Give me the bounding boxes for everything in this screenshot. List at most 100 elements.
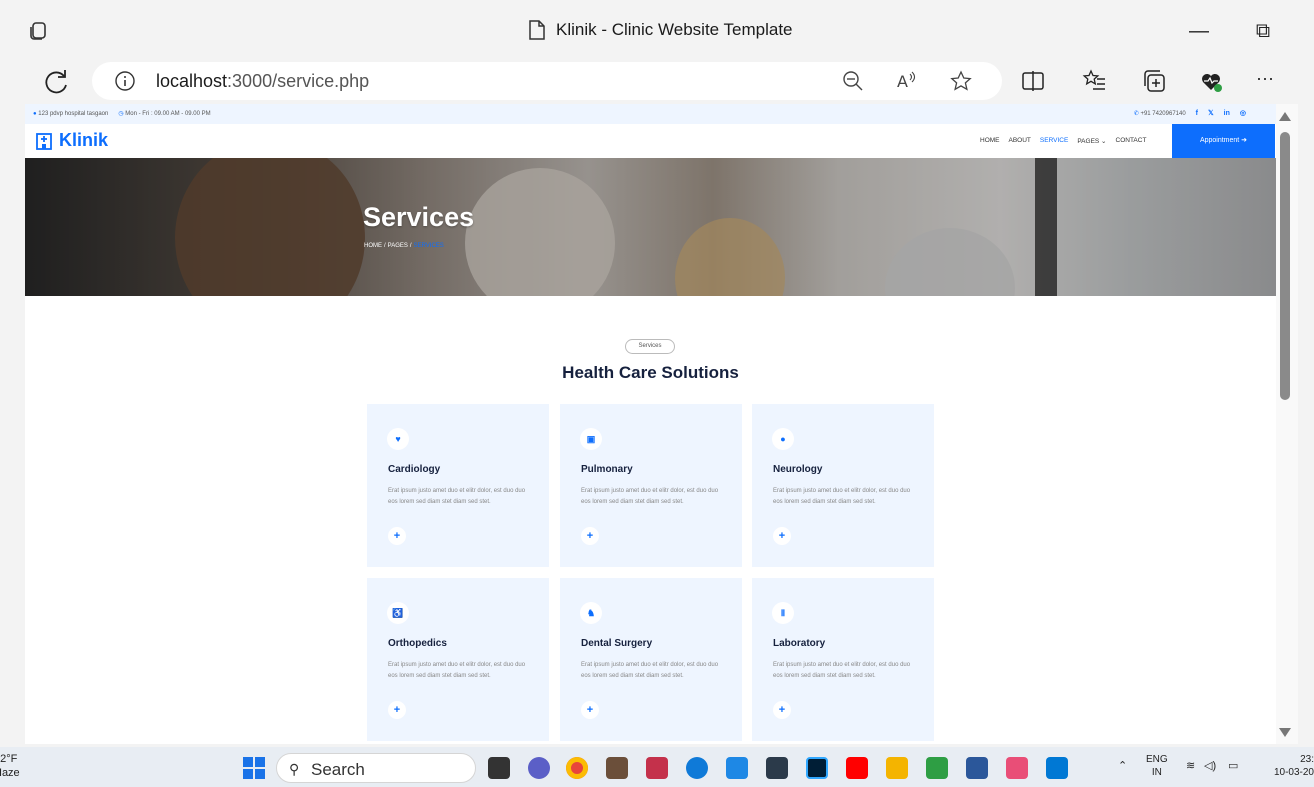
- search-icon: ⚲: [289, 761, 300, 777]
- service-card-pulmonary[interactable]: ▣ Pulmonary Erat ipsum justo amet duo et…: [560, 404, 742, 567]
- show-hidden-icons-icon[interactable]: ⌃: [1118, 759, 1127, 772]
- notepad-icon[interactable]: [726, 757, 748, 779]
- scroll-up-icon[interactable]: [1279, 112, 1291, 121]
- hours-text: Mon - Fri : 09.00 AM - 09.00 PM: [125, 111, 211, 117]
- wifi-icon[interactable]: ≋: [1186, 759, 1195, 772]
- service-description: Erat ipsum justo amet duo et elitr dolor…: [388, 488, 526, 505]
- site-navbar: Klinik HOME ABOUT SERVICE PAGES ⌄ CONTAC…: [25, 124, 1276, 158]
- split-screen-icon[interactable]: [1020, 68, 1046, 94]
- collections-icon[interactable]: [1142, 68, 1168, 94]
- read-more-button[interactable]: +: [773, 701, 791, 719]
- nav-about[interactable]: ABOUT: [1009, 137, 1031, 145]
- teams-chat-icon[interactable]: [528, 757, 550, 779]
- task-view-icon[interactable]: [488, 757, 510, 779]
- nav-contact[interactable]: CONTACT: [1116, 137, 1147, 145]
- breadcrumb-home[interactable]: HOME: [364, 243, 382, 249]
- page-viewport: ● 123 pdvp hospital tasgaon ◷ Mon - Fri …: [25, 104, 1276, 744]
- photoshop-icon[interactable]: [806, 757, 828, 779]
- nav-pages-dropdown[interactable]: PAGES ⌄: [1077, 137, 1106, 145]
- refresh-icon[interactable]: [40, 66, 72, 98]
- browser-titlebar: Klinik - Clinic Website Template — ⧉: [0, 0, 1314, 60]
- app-icon[interactable]: [606, 757, 628, 779]
- zoom-out-icon[interactable]: [842, 70, 864, 92]
- read-more-button[interactable]: +: [388, 527, 406, 545]
- service-description: Erat ipsum justo amet duo et elitr dolor…: [773, 488, 911, 505]
- service-name: Neurology: [773, 464, 823, 475]
- linkedin-icon[interactable]: in: [1224, 110, 1230, 117]
- clock[interactable]: 23: 10-03-20: [1258, 753, 1314, 779]
- instagram-icon[interactable]: ◎: [1240, 109, 1246, 117]
- nav-home[interactable]: HOME: [980, 137, 1000, 145]
- service-name: Cardiology: [388, 464, 441, 475]
- heart-pulse-icon: ♥: [387, 428, 409, 450]
- more-options-button[interactable]: ···: [1256, 68, 1282, 94]
- breadcrumb-current: SERVICES: [413, 243, 444, 249]
- service-card-cardiology[interactable]: ♥ Cardiology Erat ipsum justo amet duo e…: [367, 404, 549, 567]
- scroll-down-icon[interactable]: [1279, 728, 1291, 737]
- word-icon[interactable]: [966, 757, 988, 779]
- favorite-star-icon[interactable]: [950, 70, 972, 92]
- volume-icon[interactable]: ◁): [1204, 759, 1216, 772]
- service-card-orthopedics[interactable]: ♿ Orthopedics Erat ipsum justo amet duo …: [367, 578, 549, 741]
- window-title-text: Klinik - Clinic Website Template: [556, 20, 793, 39]
- read-more-button[interactable]: +: [581, 527, 599, 545]
- language-indicator[interactable]: ENG IN: [1146, 753, 1168, 779]
- youtube-icon[interactable]: [846, 757, 868, 779]
- section-title: Health Care Solutions: [562, 363, 739, 382]
- scrollbar-thumb[interactable]: [1280, 132, 1290, 400]
- address-info: ● 123 pdvp hospital tasgaon: [33, 111, 108, 117]
- region-code: IN: [1151, 767, 1162, 778]
- file-explorer-icon[interactable]: [886, 757, 908, 779]
- read-more-button[interactable]: +: [388, 701, 406, 719]
- read-aloud-icon[interactable]: A: [895, 70, 917, 92]
- favorites-icon[interactable]: [1082, 68, 1108, 94]
- vscode-icon[interactable]: [1046, 757, 1068, 779]
- edge-icon[interactable]: [686, 757, 708, 779]
- phone-icon: ✆: [1133, 110, 1139, 117]
- section-badge: Services: [625, 339, 675, 354]
- browser-essentials-icon[interactable]: [1198, 68, 1224, 94]
- breadcrumb: HOME / PAGES / SERVICES: [364, 243, 444, 249]
- battery-icon[interactable]: ▭: [1228, 759, 1238, 772]
- nav-service[interactable]: SERVICE: [1040, 137, 1068, 145]
- chrome-icon[interactable]: [566, 757, 588, 779]
- address-bar[interactable]: localhost:3000/service.php A: [92, 62, 1002, 100]
- address-text: 123 pdvp hospital tasgaon: [38, 110, 109, 117]
- meet-icon[interactable]: [926, 757, 948, 779]
- weather-widget[interactable]: 32°F Haze: [0, 752, 20, 780]
- service-name: Orthopedics: [388, 638, 447, 649]
- wheelchair-icon: ♿: [387, 602, 409, 624]
- site-info-icon[interactable]: [114, 70, 136, 92]
- terminal-icon[interactable]: [766, 757, 788, 779]
- service-card-neurology[interactable]: ● Neurology Erat ipsum justo amet duo et…: [752, 404, 934, 567]
- mcafee-icon[interactable]: [646, 757, 668, 779]
- service-description: Erat ipsum justo amet duo et elitr dolor…: [581, 488, 719, 505]
- app-icon[interactable]: [1006, 757, 1028, 779]
- restore-button[interactable]: ⧉: [1250, 18, 1276, 44]
- minimize-button[interactable]: —: [1186, 18, 1212, 44]
- facebook-icon[interactable]: f: [1196, 110, 1198, 117]
- page-header-banner: Services HOME / PAGES / SERVICES: [25, 158, 1276, 296]
- brand-logo[interactable]: Klinik: [35, 130, 108, 151]
- tab-actions-icon[interactable]: [28, 20, 50, 42]
- twitter-icon[interactable]: 𝕏: [1208, 109, 1214, 117]
- weather-desc: Haze: [0, 767, 20, 779]
- url-text[interactable]: localhost:3000/service.php: [156, 71, 369, 92]
- contact-topbar: ● 123 pdvp hospital tasgaon ◷ Mon - Fri …: [25, 104, 1276, 124]
- location-pin-icon: ●: [33, 110, 37, 117]
- breadcrumb-separator: /: [409, 243, 412, 249]
- windows-start-icon[interactable]: [243, 757, 265, 779]
- svg-text:A: A: [897, 72, 908, 91]
- appointment-button[interactable]: Appointment ➜: [1172, 124, 1275, 158]
- breadcrumb-pages[interactable]: PAGES: [388, 243, 408, 249]
- page-scrollbar[interactable]: [1276, 104, 1298, 744]
- read-more-button[interactable]: +: [581, 701, 599, 719]
- read-more-button[interactable]: +: [773, 527, 791, 545]
- taskbar-search[interactable]: ⚲ Search: [276, 753, 476, 783]
- service-card-dental-surgery[interactable]: ♞ Dental Surgery Erat ipsum justo amet d…: [560, 578, 742, 741]
- clock-time: 23:: [1300, 754, 1314, 765]
- service-card-laboratory[interactable]: Ⅱ Laboratory Erat ipsum justo amet duo e…: [752, 578, 934, 741]
- service-description: Erat ipsum justo amet duo et elitr dolor…: [581, 662, 719, 679]
- url-host: localhost: [156, 71, 228, 91]
- hospital-icon: [36, 132, 52, 150]
